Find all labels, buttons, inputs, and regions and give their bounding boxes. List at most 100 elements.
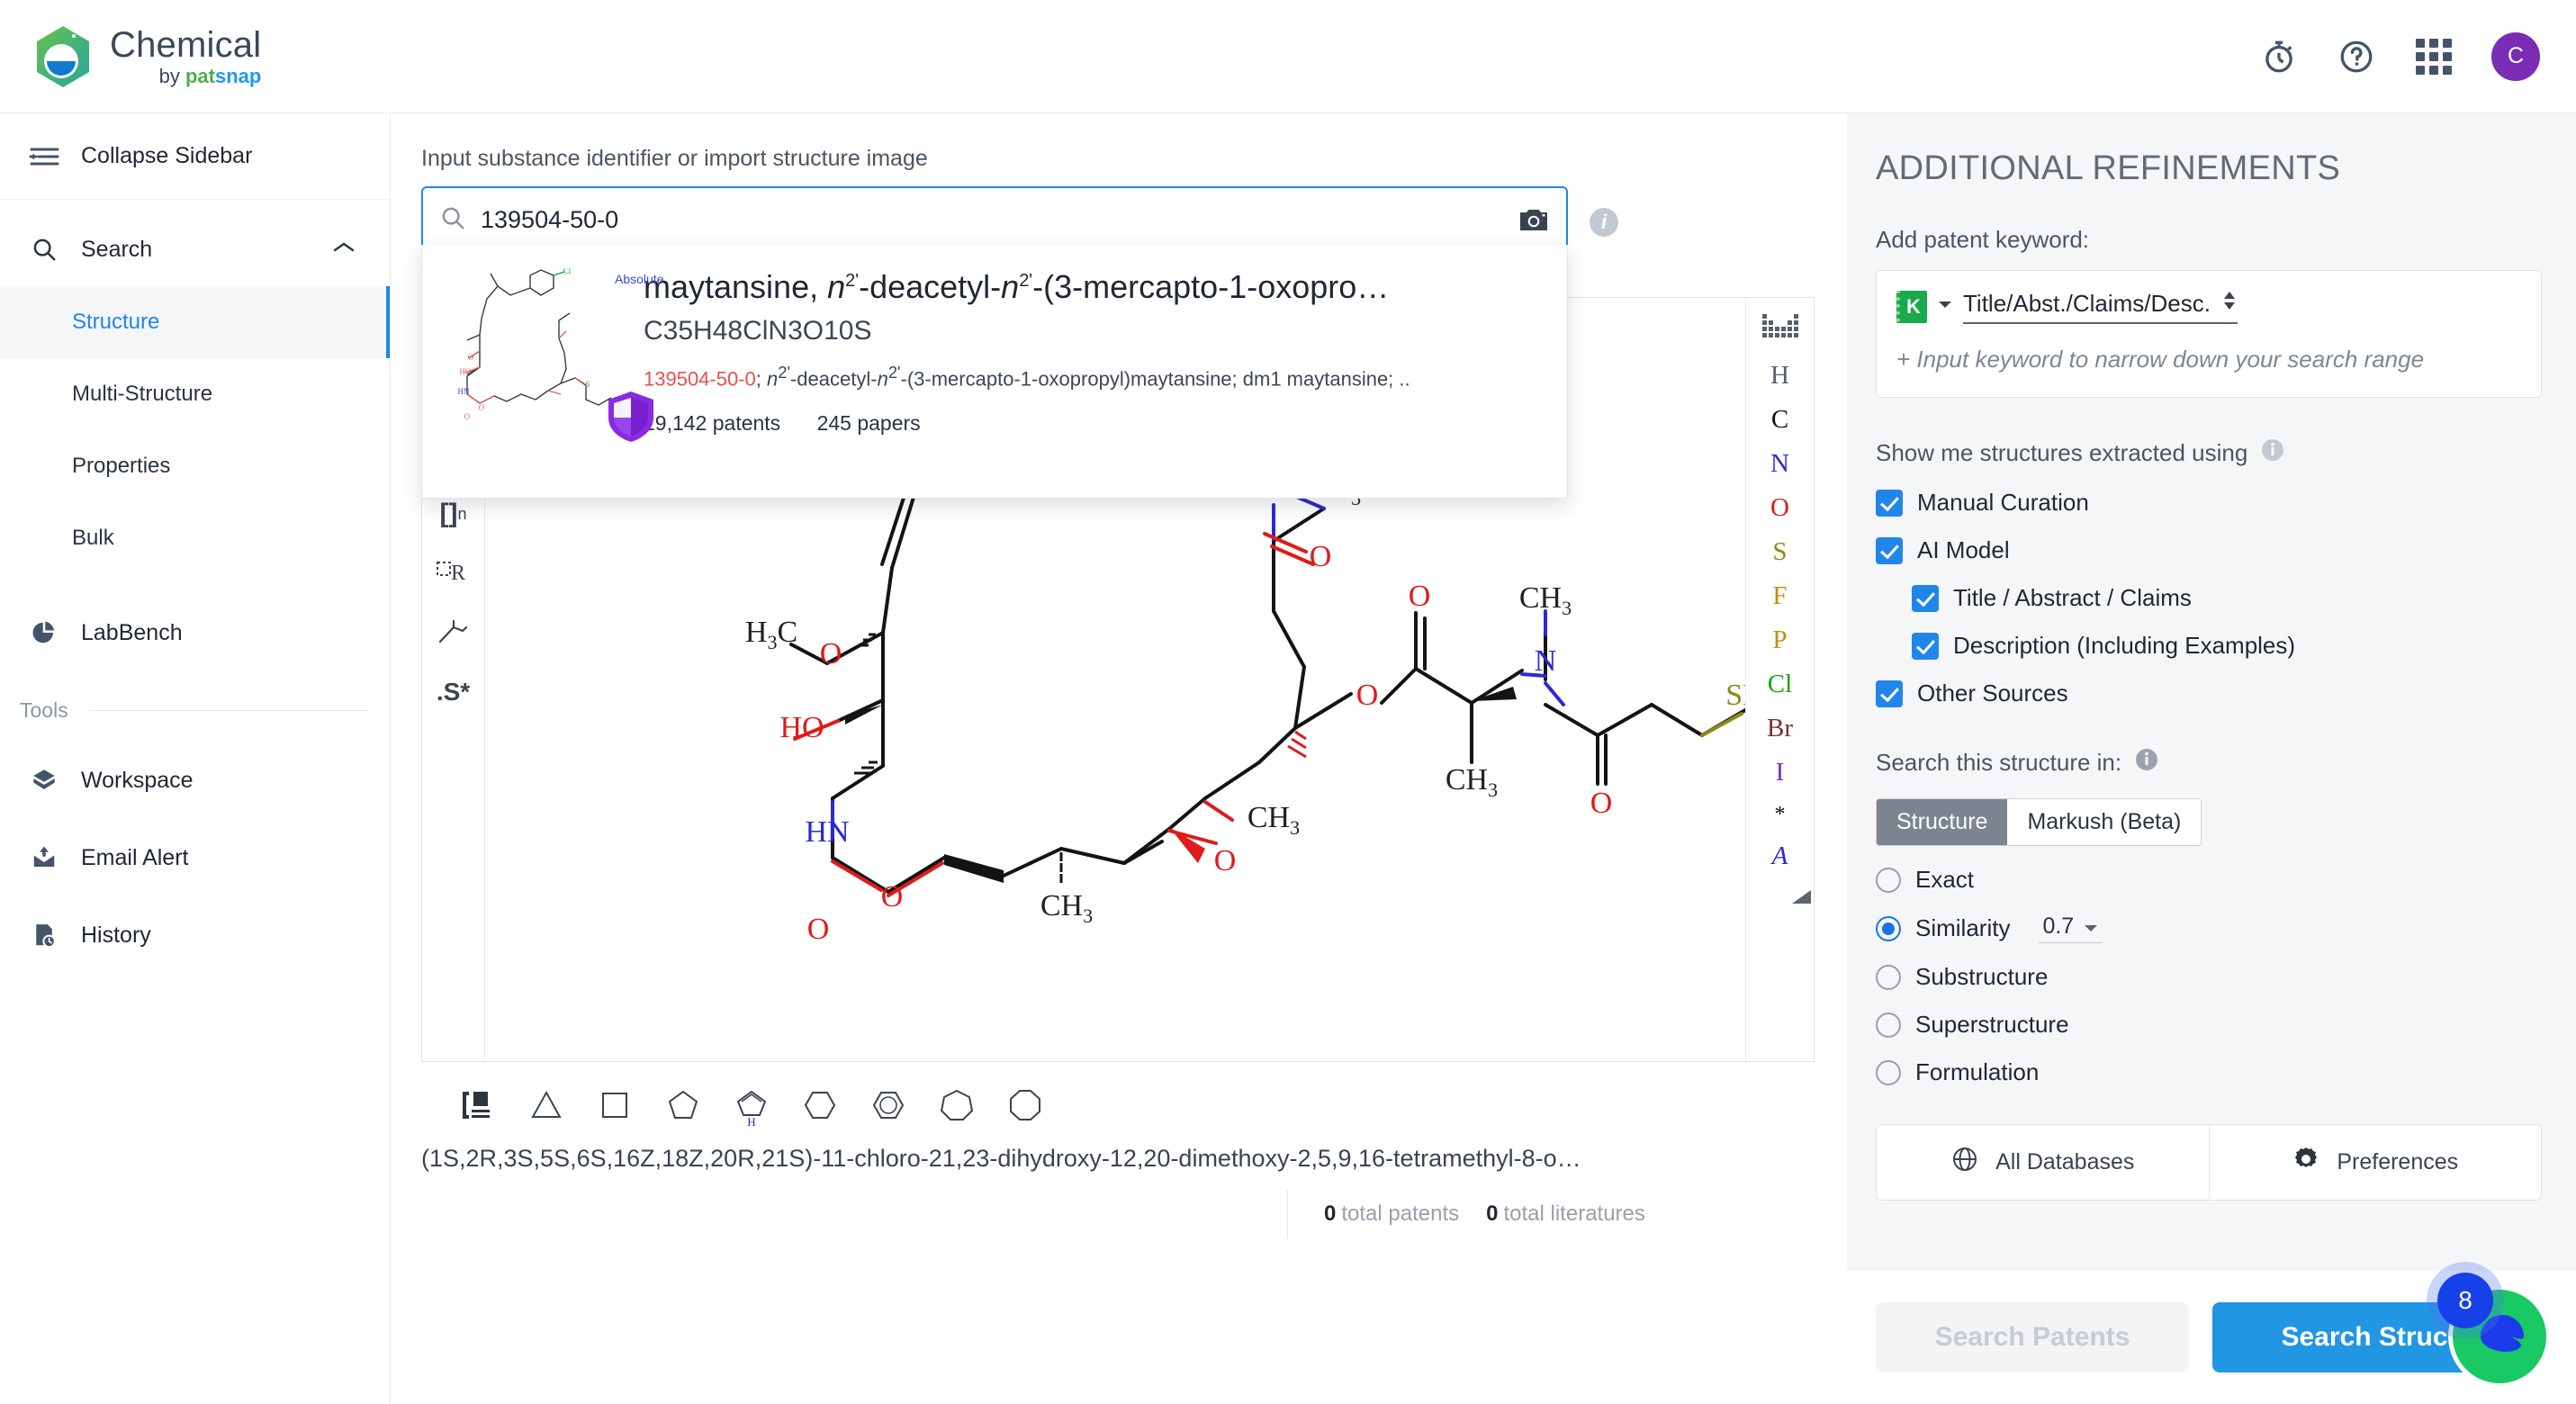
checkbox-ai-model[interactable]: AI Model bbox=[1876, 536, 2542, 564]
apps-grid-icon[interactable] bbox=[2414, 37, 2454, 76]
benzene-tool-icon[interactable] bbox=[869, 1086, 907, 1124]
atom-label-o: O bbox=[1310, 540, 1332, 573]
logo-title: Chemical bbox=[110, 24, 262, 65]
chevron-down-icon[interactable] bbox=[1936, 298, 1954, 315]
help-icon[interactable] bbox=[2337, 37, 2376, 76]
cyclohexane-tool-icon[interactable] bbox=[801, 1086, 839, 1124]
attachment-point-tool-icon[interactable] bbox=[433, 615, 474, 651]
suggestion-patent-count: 19,142 patents bbox=[644, 410, 781, 435]
sidebar-item-workspace[interactable]: Workspace bbox=[0, 742, 390, 819]
keyword-input-placeholder[interactable]: + Input keyword to narrow down your sear… bbox=[1896, 346, 2521, 374]
element-o[interactable]: O bbox=[1770, 495, 1789, 521]
atom-label-o2: O bbox=[820, 637, 842, 670]
element-br[interactable]: Br bbox=[1767, 716, 1793, 742]
search-info-icon[interactable]: i bbox=[1590, 208, 1618, 237]
atom-label-o4: O bbox=[807, 913, 830, 946]
element-cl[interactable]: Cl bbox=[1768, 671, 1792, 698]
sg-title-mid: -deacetyl- bbox=[859, 268, 1002, 305]
sidebar-group-search[interactable]: Search bbox=[0, 212, 390, 286]
cycloheptane-tool-icon[interactable] bbox=[938, 1086, 976, 1124]
sidebar-item-email-alert[interactable]: Email Alert bbox=[0, 819, 390, 896]
element-i[interactable]: I bbox=[1776, 760, 1785, 786]
sg-syn-a: ; bbox=[755, 367, 768, 391]
total-literatures-label: total literatures bbox=[1503, 1202, 1645, 1226]
template-tool-icon[interactable] bbox=[459, 1086, 497, 1124]
radio-superstructure-label: Superstructure bbox=[1915, 1011, 2069, 1038]
timer-icon[interactable] bbox=[2259, 37, 2299, 76]
isotope-tool-icon[interactable]: .S* bbox=[433, 674, 474, 710]
checkbox-description[interactable]: Description (Including Examples) bbox=[1912, 632, 2542, 660]
radio-icon bbox=[1876, 1059, 1901, 1085]
segment-markush[interactable]: Markush (Beta) bbox=[2007, 799, 2202, 845]
cyclooctane-tool-icon[interactable] bbox=[1006, 1086, 1044, 1124]
element-h[interactable]: H bbox=[1770, 363, 1789, 389]
preferences-button[interactable]: Preferences bbox=[2208, 1125, 2542, 1200]
repeat-bracket-tool-icon[interactable]: [] n bbox=[433, 496, 474, 532]
total-literatures: 0 total literatures bbox=[1486, 1202, 1645, 1227]
search-suggestion-dropdown[interactable]: Absolute HO HN O O Cl O S maytansine, n2… bbox=[421, 245, 1568, 499]
segment-structure[interactable]: Structure bbox=[1877, 799, 2008, 845]
sidebar-item-history-label: History bbox=[81, 922, 151, 948]
periodic-table-icon[interactable] bbox=[1761, 314, 1798, 338]
camera-icon[interactable] bbox=[1518, 205, 1550, 234]
cyclobutane-tool-icon[interactable] bbox=[596, 1086, 634, 1124]
sidebar-item-multi-structure[interactable]: Multi-Structure bbox=[0, 358, 390, 430]
search-icon bbox=[439, 204, 466, 236]
email-alert-icon bbox=[27, 844, 61, 871]
element-c[interactable]: C bbox=[1771, 407, 1788, 433]
element-p[interactable]: P bbox=[1772, 627, 1787, 653]
avatar[interactable]: C bbox=[2491, 32, 2540, 81]
suggestion-cas: 139504-50-0 bbox=[644, 367, 756, 391]
structure-search-box[interactable]: i bbox=[421, 186, 1618, 253]
radio-superstructure[interactable]: Superstructure bbox=[1876, 1011, 2542, 1039]
keyword-scope-select[interactable]: Title/Abst./Claims/Desc. bbox=[1963, 289, 2238, 324]
sidebar-item-structure[interactable]: Structure bbox=[0, 286, 390, 358]
search-patents-button[interactable]: Search Patents bbox=[1876, 1302, 2189, 1372]
logo-snap: snap bbox=[214, 64, 262, 87]
iupac-name: (1S,2R,3S,5S,6S,16Z,18Z,20R,21S)-11-chlo… bbox=[421, 1145, 1581, 1172]
cyclopentane-tool-icon[interactable] bbox=[664, 1086, 702, 1124]
atom-label-ch3-5: CH3 bbox=[1519, 581, 1572, 619]
sidebar: Collapse Sidebar Search Structure Multi-… bbox=[0, 113, 391, 1404]
sidebar-item-bulk[interactable]: Bulk bbox=[0, 502, 390, 574]
radio-exact[interactable]: Exact bbox=[1876, 866, 2542, 894]
checkbox-manual-curation[interactable]: Manual Curation bbox=[1876, 489, 2542, 517]
info-icon[interactable] bbox=[2260, 437, 2285, 469]
svg-text:O: O bbox=[468, 353, 474, 362]
resize-handle[interactable] bbox=[1788, 887, 1812, 910]
suggestion-counts: 19,142 patents 245 papers bbox=[644, 411, 1542, 436]
checkbox-other-sources[interactable]: Other Sources bbox=[1876, 680, 2542, 707]
collapse-sidebar-button[interactable]: Collapse Sidebar bbox=[0, 113, 390, 200]
sidebar-item-labbench[interactable]: LabBench bbox=[0, 594, 390, 671]
keyword-type-icon[interactable]: K bbox=[1896, 290, 1927, 323]
chat-unread-badge[interactable]: 8 bbox=[2437, 1273, 2493, 1328]
pyrrole-tool-icon[interactable]: H bbox=[733, 1086, 770, 1129]
radio-similarity[interactable]: Similarity 0.7 bbox=[1876, 914, 2542, 943]
sidebar-item-structure-label: Structure bbox=[72, 310, 160, 334]
radio-formulation[interactable]: Formulation bbox=[1876, 1058, 2542, 1086]
header-actions: C bbox=[2259, 32, 2540, 81]
checkbox-title-abstract-claims[interactable]: Title / Abstract / Claims bbox=[1912, 584, 2542, 612]
total-patents-label: total patents bbox=[1341, 1202, 1460, 1226]
sg-title-prefix: maytansine, bbox=[644, 268, 828, 305]
r-group-tool-icon[interactable]: R bbox=[433, 555, 474, 591]
search-mode-segmented-control[interactable]: Structure Markush (Beta) bbox=[1876, 798, 2202, 846]
search-input[interactable] bbox=[481, 205, 1518, 234]
sidebar-item-history[interactable]: History bbox=[0, 896, 390, 974]
element-a[interactable]: A bbox=[1772, 843, 1788, 869]
all-databases-button[interactable]: All Databases bbox=[1877, 1125, 2209, 1200]
patent-keyword-box[interactable]: K Title/Abst./Claims/Desc. + Input keywo… bbox=[1876, 270, 2542, 398]
element-any[interactable]: * bbox=[1775, 804, 1786, 825]
add-patent-keyword-label: Add patent keyword: bbox=[1876, 226, 2090, 253]
cyclopropane-tool-icon[interactable] bbox=[527, 1086, 565, 1124]
chemical-flask-logo-icon bbox=[37, 25, 89, 87]
info-icon[interactable] bbox=[2134, 747, 2159, 778]
suggestion-synonyms: 139504-50-0; n2'-deacetyl-n2'-(3-mercapt… bbox=[644, 363, 1542, 391]
sidebar-item-properties[interactable]: Properties bbox=[0, 430, 390, 502]
similarity-threshold-select[interactable]: 0.7 bbox=[2039, 914, 2103, 943]
app-logo[interactable]: Chemical by patsnap bbox=[34, 25, 261, 88]
element-s[interactable]: S bbox=[1772, 539, 1787, 565]
element-n[interactable]: N bbox=[1770, 451, 1789, 477]
element-f[interactable]: F bbox=[1772, 583, 1787, 609]
radio-substructure[interactable]: Substructure bbox=[1876, 963, 2542, 991]
